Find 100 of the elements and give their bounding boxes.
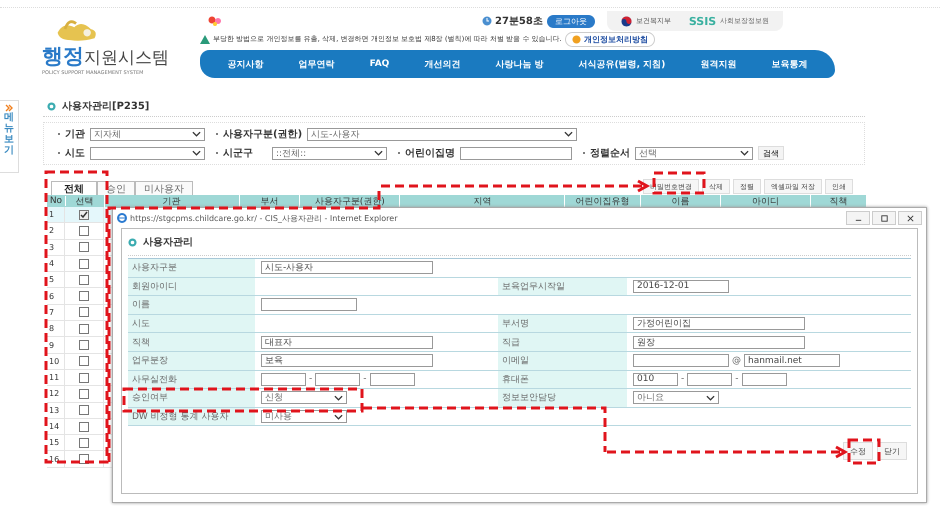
browser-icon [117,213,127,223]
checkbox[interactable] [79,340,89,350]
form-label: 승인여부 [128,389,255,407]
form-label: 사용자구분 [128,259,255,277]
chevron-down-icon [740,150,749,156]
input-field[interactable] [261,372,306,386]
row-number: 11 [47,370,65,386]
emblem-icon [620,16,632,26]
close-button[interactable] [898,211,922,225]
input-field[interactable] [370,372,414,386]
tab[interactable]: 미사용자 [135,181,193,195]
search-button[interactable]: 검색 [758,146,784,160]
page-title: 사용자관리[P235] [62,100,150,113]
side-tab-label: 메뉴보기 [4,112,14,156]
checkbox[interactable] [79,242,89,252]
dropdown[interactable]: 시도-사용자 [307,128,578,140]
checkbox[interactable] [79,388,89,399]
row-number: 9 [47,337,65,353]
row-number: 1 [47,207,65,222]
privacy-policy-button[interactable]: 개인정보처리방침 [564,32,655,46]
menu-side-tab[interactable]: 메뉴보기 [0,100,19,173]
checkbox[interactable] [79,307,89,318]
chevron-down-icon [192,131,201,137]
nav-link[interactable]: FAQ [370,59,390,69]
form-label: 휴대폰 [498,370,627,388]
checkbox[interactable] [79,405,89,416]
nav-link[interactable]: 보육통계 [771,58,808,70]
dash-separator: - [735,374,738,384]
nav-link[interactable]: 공지사항 [228,58,264,70]
dropdown[interactable]: ::전체:: [272,146,387,160]
nav-link[interactable]: 개선의견 [424,58,460,70]
input-field[interactable]: 시도-사용자 [261,261,433,274]
dropdown[interactable]: 신청 [261,391,347,404]
checkbox[interactable] [79,226,89,236]
input-field[interactable]: 보육 [261,354,433,368]
input-field[interactable] [460,146,572,160]
institute-mark: SSIS [688,14,716,28]
chevron-down-icon [334,414,343,420]
checkbox[interactable] [79,274,89,285]
row-number: 3 [47,240,65,255]
tab[interactable]: 승인 [97,181,135,195]
bullet-icon [128,238,137,246]
row-number: 14 [47,418,65,434]
checkbox[interactable] [79,422,89,432]
dropdown[interactable]: 아니요 [633,391,719,404]
row-number: 6 [47,288,65,304]
tab[interactable]: 전체 [51,181,97,195]
email-domain-field[interactable]: hanmail.net [744,354,840,368]
dropdown[interactable] [90,146,205,160]
input-field[interactable]: 010 [633,372,678,386]
input-field[interactable] [315,372,360,386]
form-button[interactable]: 수정 [843,442,873,460]
input-field[interactable] [261,298,357,312]
input-field[interactable] [687,372,732,386]
checkbox[interactable] [79,356,89,366]
session-timer: 27분58초 [495,15,543,28]
row-number: 10 [47,354,65,369]
checkbox[interactable] [79,372,89,383]
maximize-icon [880,214,888,222]
form-label: 회원아이디 [128,278,255,296]
row-number: 5 [47,272,65,288]
filter-label: 어린이집명 [405,147,455,160]
logo-title: 지원시스템 [84,47,169,69]
form-button[interactable]: 닫기 [877,442,907,460]
input-field[interactable]: 원장 [633,336,805,349]
filter-label: 기관 [65,128,85,141]
input-field[interactable] [742,372,786,386]
window-title: https://stgcpms.childcare.go.kr/ - CIS_사용자관리 - Internet Explorer [130,212,398,224]
checkbox[interactable] [79,438,89,448]
input-field[interactable]: 대표자 [261,336,433,349]
column-header: No [47,196,66,206]
bullet-icon [47,102,56,110]
nav-link[interactable]: 서식공유(법령, 지침) [578,58,666,70]
checkbox[interactable] [79,291,89,302]
nav-link[interactable]: 원격지원 [700,58,736,70]
form-label: 이메일 [498,352,627,370]
row-number: 4 [47,256,65,272]
clock-icon [482,16,492,26]
input-field[interactable]: 가정어린이집 [633,317,805,330]
form-label: 부서명 [498,314,627,332]
checkbox[interactable] [79,258,89,269]
filter-label: 정렬순서 [590,147,630,160]
filter-label: 사용자구분(권한) [223,128,302,141]
form-label: 직급 [498,333,627,351]
close-icon [906,214,914,222]
date-field[interactable]: 2016-12-01 [633,280,729,293]
form-label: 정보보안담당 [498,389,627,407]
dropdown[interactable]: 지자체 [90,128,205,140]
form-label: 업무분장 [128,352,255,370]
maximize-button[interactable] [872,211,896,225]
dropdown[interactable]: 선택 [635,146,753,160]
logout-button[interactable]: 로그아웃 [546,14,595,28]
dash-separator: - [681,374,684,384]
checkbox[interactable] [79,324,89,334]
nav-link[interactable]: 사랑나눔 방 [495,58,544,70]
dash-separator: - [363,374,366,384]
input-field[interactable] [633,354,729,368]
checkbox[interactable] [79,210,89,220]
nav-link[interactable]: 업무연락 [298,58,335,70]
form-label: 시도 [128,314,255,332]
